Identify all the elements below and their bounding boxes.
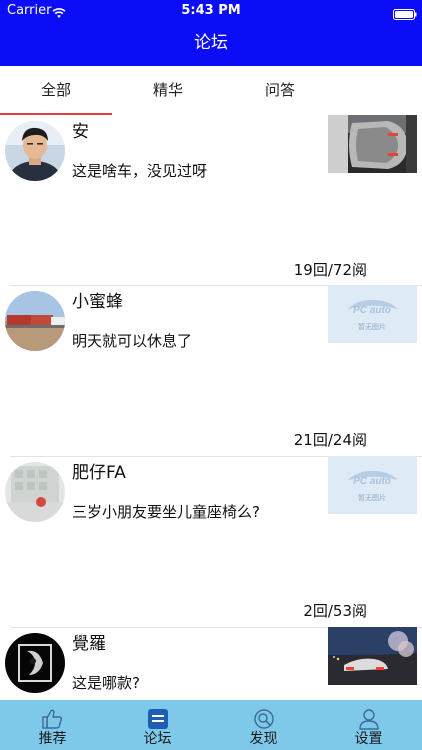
tab-featured[interactable]: 精华: [112, 66, 224, 114]
clock: 5:43 PM: [181, 3, 241, 18]
tabbar-item-recommend[interactable]: 推荐: [0, 700, 105, 750]
tabbar-label: 设置: [354, 731, 383, 747]
post-username: 肥仔FA: [72, 463, 126, 483]
tabbar-label: 发现: [249, 731, 278, 747]
post-item[interactable]: 覺羅 这是哪款?: [0, 627, 422, 700]
post-stats: 2回/53阅: [303, 602, 367, 620]
svg-text:PC auto: PC auto: [353, 476, 391, 487]
tab-all[interactable]: 全部: [0, 66, 112, 114]
tab-qa[interactable]: 问答: [224, 66, 336, 114]
discover-icon: [252, 708, 276, 730]
user-avatar[interactable]: [5, 121, 65, 181]
status-bar: Carrier 5:43 PM: [0, 0, 422, 22]
svg-text:暂无图片: 暂无图片: [358, 493, 386, 502]
bottom-tab-bar: 推荐 论坛 发现 设置: [0, 700, 422, 750]
post-content: 明天就可以休息了: [72, 332, 193, 350]
svg-text:PC auto: PC auto: [353, 305, 391, 316]
svg-text:暂无图片: 暂无图片: [358, 322, 386, 331]
post-content: 三岁小朋友要坐儿童座椅么?: [72, 503, 260, 521]
tabbar-label: 推荐: [38, 731, 67, 747]
tabbar-item-settings[interactable]: 设置: [316, 700, 421, 750]
page-title: 论坛: [194, 33, 228, 53]
forum-icon: [146, 708, 170, 730]
category-tabs: 全部 精华 问答: [0, 66, 422, 116]
post-content: 这是啥车，没见过呀: [72, 162, 208, 180]
post-stats: 19回/72阅: [293, 261, 367, 279]
post-thumbnail[interactable]: [328, 115, 417, 173]
tabbar-item-discover[interactable]: 发现: [211, 700, 316, 750]
tabbar-label: 论坛: [143, 731, 172, 747]
post-username: 安: [72, 122, 89, 142]
post-content: 这是哪款?: [72, 674, 140, 692]
post-stats: 21回/24阅: [293, 431, 367, 449]
post-thumbnail[interactable]: [328, 627, 417, 685]
no-image-placeholder[interactable]: PC auto 暂无图片: [328, 285, 417, 343]
user-avatar[interactable]: [5, 462, 65, 522]
thumbs-up-icon: [41, 708, 65, 730]
post-item[interactable]: 安 这是啥车，没见过呀 19回/72阅: [0, 115, 422, 285]
post-item[interactable]: 小蜜蜂 明天就可以休息了 PC auto 暂无图片 21回/24阅: [0, 285, 422, 455]
user-avatar[interactable]: [5, 633, 65, 693]
app-header: Carrier 5:43 PM 论坛: [0, 0, 422, 66]
battery-full-icon: [393, 5, 417, 20]
person-icon: [357, 708, 381, 730]
no-image-placeholder[interactable]: PC auto 暂无图片: [328, 456, 417, 514]
post-item[interactable]: 肥仔FA 三岁小朋友要坐儿童座椅么? PC auto 暂无图片 2回/53阅: [0, 456, 422, 626]
user-avatar[interactable]: [5, 291, 65, 351]
post-username: 覺羅: [72, 634, 106, 654]
post-username: 小蜜蜂: [72, 292, 123, 312]
tabbar-item-forum[interactable]: 论坛: [105, 700, 210, 750]
